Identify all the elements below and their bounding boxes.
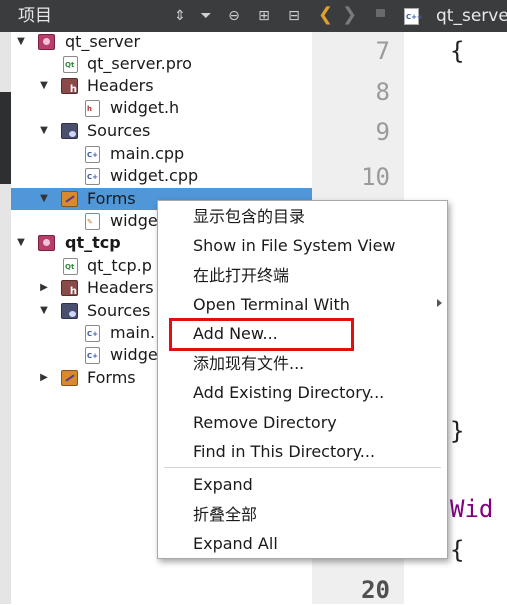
menu-item-collapse-all[interactable]: 折叠全部 [158,501,447,530]
code-line[interactable]: { [450,36,464,66]
tree-item-label: main. [110,323,156,342]
tree-item-sources[interactable]: ▼ Sources [11,120,312,142]
cpp-file-icon: C+ [85,168,100,185]
headers-folder-icon [61,78,78,95]
sort-icon[interactable]: ⇕ [170,6,190,26]
expanded-arrow-icon[interactable]: ▼ [14,31,28,53]
highlight-annotation-box [169,318,354,351]
code-line[interactable]: } [450,416,464,446]
tree-item-label: Headers [87,76,154,95]
expanded-arrow-icon[interactable]: ▼ [37,300,51,322]
cpp-file-icon: C++ [404,8,423,25]
expanded-arrow-icon[interactable]: ▼ [37,188,51,210]
sources-folder-icon [61,123,78,139]
forms-folder-icon [61,370,78,386]
tree-item-label: qt_server.pro [87,54,192,73]
project-panel-header: 项目 ⇕ ⏷ ⊖ ⊞ ⊟ [0,0,312,32]
menu-item-expand-all[interactable]: Expand All [158,530,447,559]
tree-item-qt-server-pro[interactable]: Qt qt_server.pro [11,53,312,75]
tree-item-label: widget.h [110,98,180,117]
tree-item-label: Headers [87,278,154,297]
tree-item-headers[interactable]: ▼ Headers [11,75,312,97]
tree-item-label: widge [110,345,158,364]
tree-item-qt-server[interactable]: ▼ qt_server [11,31,312,53]
menu-item-add-existing-directory[interactable]: Add Existing Directory... [158,379,447,408]
menu-item-find-in-directory[interactable]: Find in This Directory... [158,438,447,467]
pro-file-icon: Qt [63,258,78,275]
qt-project-icon [38,235,55,251]
menu-item-show-in-filesystem[interactable]: Show in File System View [158,232,447,261]
cpp-file-icon: C+ [85,146,100,163]
expanded-arrow-icon[interactable]: ▼ [37,75,51,97]
cpp-file-icon: C+ [85,347,100,364]
tree-item-label: qt_server [65,32,141,51]
menu-item-show-include-dirs[interactable]: 显示包含的目录 [158,203,447,232]
menu-item-open-terminal-here[interactable]: 在此打开终端 [158,262,447,291]
split-icon[interactable]: ⊞ [254,6,274,26]
line-number: 20 [361,576,390,604]
pro-file-icon: Qt [63,56,78,73]
code-line[interactable]: { [450,535,464,565]
menu-item-remove-directory[interactable]: Remove Directory [158,409,447,438]
menu-item-open-terminal-with[interactable]: Open Terminal With [158,291,447,320]
editor-filename[interactable]: qt_serve [436,6,507,26]
tree-item-main-cpp[interactable]: C+ main.cpp [11,143,312,165]
back-arrow-icon[interactable]: ❮ [318,4,333,25]
tree-item-label: qt_tcp [65,233,121,252]
line-number: 9 [375,118,390,146]
headers-folder-icon [61,280,78,297]
close-pane-icon[interactable]: ⊟ [284,6,304,26]
line-number: 7 [375,37,390,65]
editor-tab-bar: ❮ ❯ C++ qt_serve [312,0,507,32]
tree-item-label: main.cpp [110,144,185,163]
lock-icon [376,9,385,17]
menu-separator [164,467,441,468]
tree-item-label: Forms [87,189,136,208]
link-icon[interactable]: ⊖ [224,6,244,26]
ui-file-icon: ✎ [85,213,100,230]
submenu-arrow-icon [437,299,442,307]
expanded-arrow-icon[interactable]: ▼ [37,120,51,142]
tree-item-label: widge [110,211,158,230]
header-file-icon: h [85,100,100,117]
tree-item-widget-h[interactable]: h widget.h [11,97,312,119]
tree-item-label: Forms [87,368,136,387]
collapsed-arrow-icon[interactable]: ▶ [37,367,51,389]
tree-item-label: Sources [87,301,151,320]
menu-item-add-existing-files[interactable]: 添加现有文件... [158,350,447,379]
qt-project-icon [38,34,55,50]
filter-icon[interactable]: ⏷ [196,6,216,26]
tree-item-label: widget.cpp [110,166,199,185]
code-line[interactable]: Wid [450,494,493,524]
forward-arrow-icon[interactable]: ❯ [342,4,357,25]
left-side-strip [0,32,11,604]
tree-item-label: Sources [87,121,151,140]
panel-title: 项目 [18,6,52,26]
tree-item-widget-cpp[interactable]: C+ widget.cpp [11,165,312,187]
line-number: 8 [375,78,390,106]
tree-item-label: qt_tcp.p [87,256,152,275]
collapsed-arrow-icon[interactable]: ▶ [37,277,51,299]
menu-item-expand[interactable]: Expand [158,471,447,500]
expanded-arrow-icon[interactable]: ▼ [14,232,28,254]
cpp-file-icon: C+ [85,325,100,342]
sources-folder-icon [61,303,78,319]
line-number: 10 [361,163,390,191]
forms-folder-icon [61,191,78,207]
context-menu: 显示包含的目录 Show in File System View 在此打开终端 … [157,200,448,559]
